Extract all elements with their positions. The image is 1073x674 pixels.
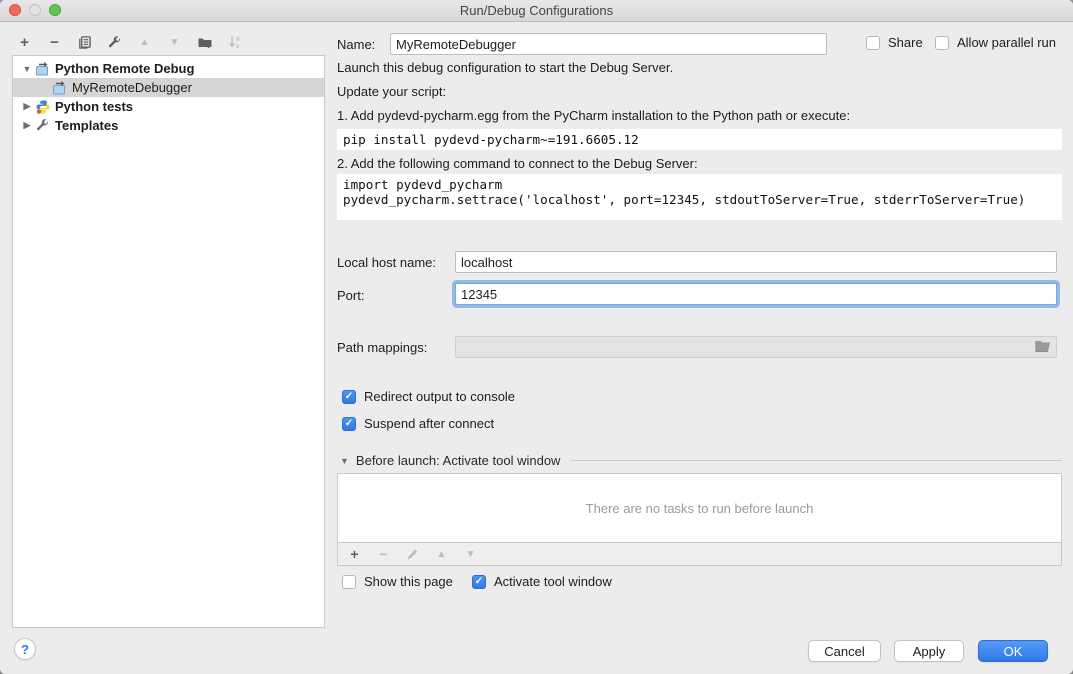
svg-text:z: z [236, 43, 240, 50]
remote-debug-config-icon [52, 80, 68, 96]
remove-icon[interactable]: − [46, 34, 63, 51]
share-checkbox-row: Share [866, 35, 923, 50]
show-this-page-checkbox[interactable] [342, 575, 356, 589]
allow-parallel-run-label: Allow parallel run [957, 35, 1056, 50]
run-debug-configurations-dialog: Run/Debug Configurations + − ▲ ▼ az ▼ Py… [0, 0, 1073, 674]
task-list-toolbar: + − ▲ ▼ [337, 543, 1062, 566]
edit-task-icon [404, 546, 421, 563]
expand-open-icon[interactable]: ▼ [21, 64, 33, 74]
name-input[interactable] [390, 33, 827, 55]
cancel-button[interactable]: Cancel [808, 640, 881, 662]
name-label: Name: [337, 37, 375, 52]
no-tasks-message: There are no tasks to run before launch [586, 501, 814, 516]
step2-text: 2. Add the following command to connect … [337, 156, 698, 171]
copy-icon[interactable] [76, 34, 93, 51]
edit-templates-icon[interactable] [106, 34, 123, 51]
suspend-after-connect-row: ✓ Suspend after connect [342, 416, 494, 431]
move-down-icon: ▼ [166, 34, 183, 51]
before-launch-title: Before launch: Activate tool window [356, 453, 561, 468]
local-host-input[interactable] [455, 251, 1057, 273]
step1-text: 1. Add pydevd-pycharm.egg from the PyCha… [337, 108, 850, 123]
zoom-button[interactable] [49, 4, 61, 16]
remote-debug-config-icon [35, 61, 51, 77]
section-divider [571, 460, 1062, 461]
suspend-after-connect-checkbox[interactable]: ✓ [342, 417, 356, 431]
tree-item-label: Python Remote Debug [55, 61, 194, 76]
share-checkbox[interactable] [866, 36, 880, 50]
before-launch-task-list[interactable]: There are no tasks to run before launch [337, 473, 1062, 543]
intro-text-line1: Launch this debug configuration to start… [337, 60, 673, 75]
allow-parallel-checkbox-row: Allow parallel run [935, 35, 1056, 50]
tree-item-label: MyRemoteDebugger [72, 80, 192, 95]
tree-item-label: Templates [55, 118, 118, 133]
settrace-code-block: import pydevd_pycharm pydevd_pycharm.set… [337, 174, 1062, 220]
apply-button[interactable]: Apply [894, 640, 964, 662]
collapse-icon[interactable]: ▼ [340, 456, 349, 466]
activate-tool-window-row: ✓ Activate tool window [472, 574, 612, 589]
settrace-code-line2: pydevd_pycharm.settrace('localhost', por… [343, 192, 1056, 207]
suspend-after-connect-label: Suspend after connect [364, 416, 494, 431]
share-label: Share [888, 35, 923, 50]
allow-parallel-run-checkbox[interactable] [935, 36, 949, 50]
port-label: Port: [337, 288, 364, 303]
svg-text:a: a [236, 36, 240, 43]
sort-alphabetically-icon: az [226, 34, 243, 51]
redirect-output-checkbox[interactable]: ✓ [342, 390, 356, 404]
show-this-page-row: Show this page [342, 574, 453, 589]
move-task-up-icon: ▲ [433, 546, 450, 563]
configuration-editor: Name: Share Allow parallel run Launch th… [337, 22, 1062, 652]
help-icon: ? [21, 642, 29, 657]
pip-install-code: pip install pydevd-pycharm~=191.6605.12 [337, 129, 1062, 150]
activate-tool-window-label: Activate tool window [494, 574, 612, 589]
new-folder-icon[interactable] [196, 34, 213, 51]
tree-item-label: Python tests [55, 99, 133, 114]
activate-tool-window-checkbox[interactable]: ✓ [472, 575, 486, 589]
tree-item-myremotedebugger[interactable]: MyRemoteDebugger [13, 78, 324, 97]
settrace-code-line1: import pydevd_pycharm [343, 177, 1056, 192]
traffic-lights [9, 4, 61, 16]
redirect-output-row: ✓ Redirect output to console [342, 389, 515, 404]
tree-item-python-tests[interactable]: ▶ Python tests [13, 97, 324, 116]
path-mappings-label: Path mappings: [337, 340, 427, 355]
port-input[interactable] [455, 283, 1057, 305]
add-icon[interactable]: + [16, 34, 33, 51]
ok-button[interactable]: OK [978, 640, 1048, 662]
redirect-output-label: Redirect output to console [364, 389, 515, 404]
configurations-tree: ▼ Python Remote Debug MyRemoteDebugger ▶… [12, 55, 325, 628]
add-task-icon[interactable]: + [346, 546, 363, 563]
before-launch-section-header: ▼ Before launch: Activate tool window [340, 453, 1062, 468]
titlebar: Run/Debug Configurations [0, 0, 1073, 22]
intro-text-line2: Update your script: [337, 84, 446, 99]
python-tests-icon [35, 99, 51, 115]
configurations-toolbar: + − ▲ ▼ az [16, 32, 243, 52]
browse-folder-icon[interactable] [1035, 339, 1051, 356]
wrench-icon [35, 118, 51, 134]
path-mappings-input[interactable] [455, 336, 1057, 358]
window-title: Run/Debug Configurations [460, 3, 613, 18]
expand-closed-icon[interactable]: ▶ [21, 120, 33, 131]
move-up-icon: ▲ [136, 34, 153, 51]
move-task-down-icon: ▼ [462, 546, 479, 563]
help-button[interactable]: ? [14, 638, 36, 660]
tree-item-templates[interactable]: ▶ Templates [13, 116, 324, 135]
close-button[interactable] [9, 4, 21, 16]
show-this-page-label: Show this page [364, 574, 453, 589]
local-host-label: Local host name: [337, 255, 436, 270]
minimize-button [29, 4, 41, 16]
tree-item-python-remote-debug[interactable]: ▼ Python Remote Debug [13, 59, 324, 78]
remove-task-icon: − [375, 546, 392, 563]
expand-closed-icon[interactable]: ▶ [21, 101, 33, 112]
